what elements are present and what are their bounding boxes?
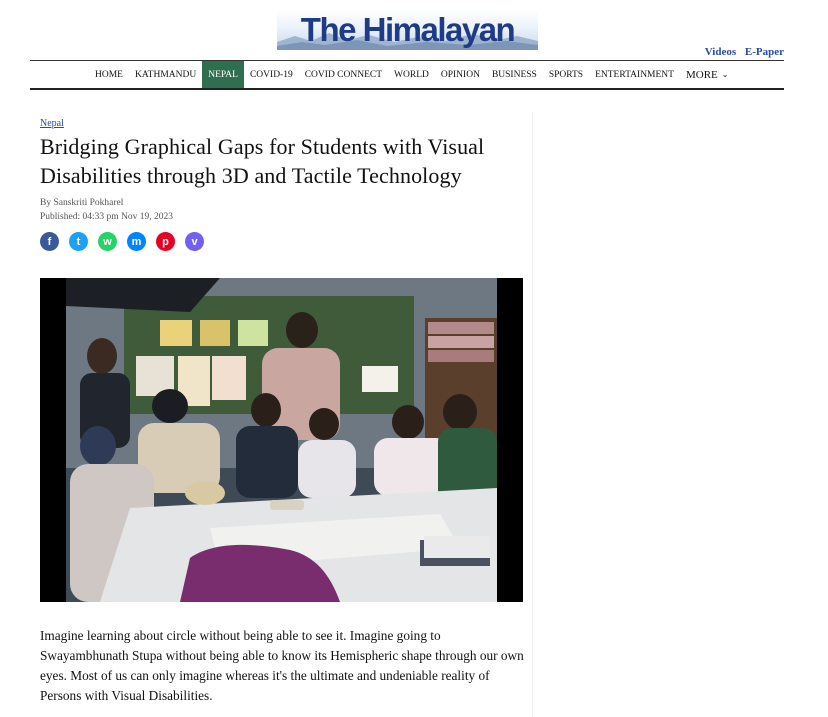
- share-buttons: f t w m p v: [40, 232, 525, 251]
- chevron-down-icon: ⌄: [721, 70, 729, 79]
- whatsapp-share-button[interactable]: w: [98, 232, 117, 251]
- nav-item-kathmandu[interactable]: KATHMANDU: [129, 61, 202, 88]
- pinterest-icon: p: [162, 235, 169, 248]
- messenger-share-button[interactable]: m: [127, 232, 146, 251]
- nav-item-world[interactable]: WORLD: [388, 61, 435, 88]
- section-link[interactable]: Nepal: [40, 118, 525, 129]
- byline: By Sanskriti Pokharel: [40, 198, 124, 208]
- messenger-icon: m: [131, 235, 142, 248]
- published-date: Published: 04:33 pm Nov 19, 2023: [40, 212, 174, 222]
- nav-item-home[interactable]: HOME: [89, 61, 129, 88]
- nav-item-sports[interactable]: SPORTS: [543, 61, 589, 88]
- nav-item-entertainment[interactable]: ENTERTAINMENT: [589, 61, 680, 88]
- viber-share-button[interactable]: v: [185, 232, 204, 251]
- facebook-share-button[interactable]: f: [40, 232, 59, 251]
- nav-more-label: MORE: [685, 68, 718, 81]
- nav-more-menu[interactable]: MORE ⌄: [680, 61, 734, 88]
- nav-item-nepal[interactable]: NEPAL: [202, 61, 244, 88]
- article-header: Nepal Bridging Graphical Gaps for Studen…: [40, 118, 525, 251]
- nav-bottom-rule: [30, 88, 784, 90]
- epaper-link[interactable]: E-Paper: [745, 46, 784, 58]
- twitter-icon: t: [76, 235, 81, 248]
- pinterest-share-button[interactable]: p: [156, 232, 175, 251]
- article-body-paragraph: Imagine learning about circle without be…: [40, 628, 524, 703]
- videos-link[interactable]: Videos: [705, 46, 736, 58]
- nav-item-covid-connect[interactable]: COVID CONNECT: [299, 61, 388, 88]
- viber-icon: v: [191, 235, 198, 248]
- twitter-share-button[interactable]: t: [69, 232, 88, 251]
- site-logo[interactable]: The Himalayan: [277, 10, 538, 50]
- top-links: Videos E-Paper: [699, 46, 784, 58]
- nav-item-opinion[interactable]: OPINION: [435, 61, 486, 88]
- main-nav: HOME KATHMANDU NEPAL COVID-19 COVID CONN…: [89, 61, 734, 88]
- logo-text: The Himalayan: [300, 11, 516, 48]
- article-photo: [40, 278, 523, 602]
- facebook-icon: f: [47, 235, 52, 248]
- whatsapp-icon: w: [103, 235, 112, 248]
- nav-item-business[interactable]: BUSINESS: [486, 61, 543, 88]
- column-divider: [532, 112, 533, 717]
- article-title: Bridging Graphical Gaps for Students wit…: [40, 134, 485, 188]
- nav-item-covid-19[interactable]: COVID-19: [244, 61, 299, 88]
